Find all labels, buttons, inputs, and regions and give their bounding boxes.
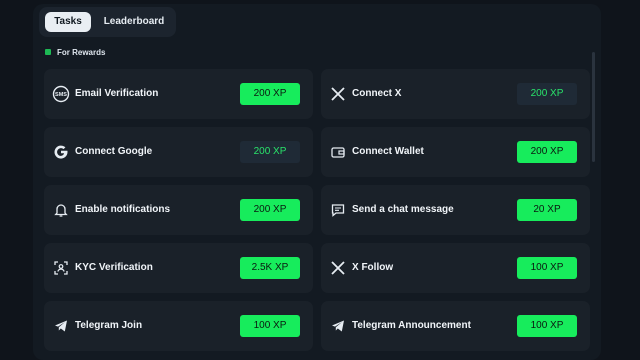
reward-button[interactable]: 2.5K XP <box>240 257 300 279</box>
task-card[interactable]: Connect X 200 XP <box>321 69 590 119</box>
wallet-icon <box>329 143 347 161</box>
task-card[interactable]: Connect Wallet 200 XP <box>321 127 590 177</box>
svg-text:SMS: SMS <box>55 92 67 98</box>
task-label: KYC Verification <box>75 262 153 273</box>
task-label: Connect Wallet <box>352 146 424 157</box>
task-card[interactable]: SMS Email Verification 200 XP <box>44 69 313 119</box>
task-label: Email Verification <box>75 88 159 99</box>
task-card[interactable]: Telegram Join 100 XP <box>44 301 313 351</box>
task-label: X Follow <box>352 262 394 273</box>
task-card[interactable]: Connect Google 200 XP <box>44 127 313 177</box>
reward-button[interactable]: 200 XP <box>240 83 300 105</box>
email-icon: SMS <box>52 85 70 103</box>
reward-button[interactable]: 100 XP <box>517 315 577 337</box>
telegram-icon <box>52 317 70 335</box>
task-label: Enable notifications <box>75 204 171 215</box>
x-logo-icon <box>329 85 347 103</box>
tab-leaderboard[interactable]: Leaderboard <box>97 12 171 32</box>
chat-icon <box>329 201 347 219</box>
task-label: Connect X <box>352 88 402 99</box>
reward-button[interactable]: 100 XP <box>240 315 300 337</box>
reward-button[interactable]: 20 XP <box>517 199 577 221</box>
reward-button[interactable]: 200 XP <box>240 199 300 221</box>
reward-button[interactable]: 200 XP <box>240 141 300 163</box>
google-icon <box>52 143 70 161</box>
scrollbar[interactable] <box>592 52 595 162</box>
section-title: For Rewards <box>57 48 106 57</box>
tab-bar: Tasks Leaderboard <box>39 7 176 37</box>
task-card[interactable]: KYC Verification 2.5K XP <box>44 243 313 293</box>
task-label: Connect Google <box>75 146 153 157</box>
task-label: Telegram Announcement <box>352 320 471 331</box>
x-logo-icon <box>329 259 347 277</box>
task-label: Send a chat message <box>352 204 454 215</box>
section-header: For Rewards <box>45 47 105 59</box>
reward-button[interactable]: 200 XP <box>517 83 577 105</box>
section-marker-icon <box>45 48 51 55</box>
task-card[interactable]: X Follow 100 XP <box>321 243 590 293</box>
telegram-icon <box>329 317 347 335</box>
task-card[interactable]: Send a chat message 20 XP <box>321 185 590 235</box>
reward-button[interactable]: 100 XP <box>517 257 577 279</box>
task-label: Telegram Join <box>75 320 143 331</box>
bell-icon <box>52 201 70 219</box>
task-card[interactable]: Enable notifications 200 XP <box>44 185 313 235</box>
id-card-icon <box>52 259 70 277</box>
reward-button[interactable]: 200 XP <box>517 141 577 163</box>
task-card[interactable]: Telegram Announcement 100 XP <box>321 301 590 351</box>
tab-tasks[interactable]: Tasks <box>45 12 91 32</box>
